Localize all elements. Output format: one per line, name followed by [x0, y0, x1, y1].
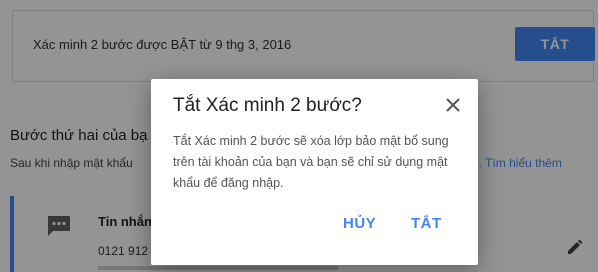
- dialog-actions: HỦY TẮT: [151, 215, 478, 239]
- dialog-message: Tắt Xác minh 2 bước sẽ xóa lớp bảo mật b…: [173, 134, 449, 190]
- dialog-title: Tắt Xác minh 2 bước?: [173, 95, 362, 116]
- cancel-button[interactable]: HỦY: [343, 215, 376, 232]
- confirm-turn-off-button[interactable]: TẮT: [411, 215, 442, 232]
- turn-off-dialog: Tắt Xác minh 2 bước? Tắt Xác minh 2 bước…: [151, 79, 478, 265]
- close-icon[interactable]: [441, 93, 465, 117]
